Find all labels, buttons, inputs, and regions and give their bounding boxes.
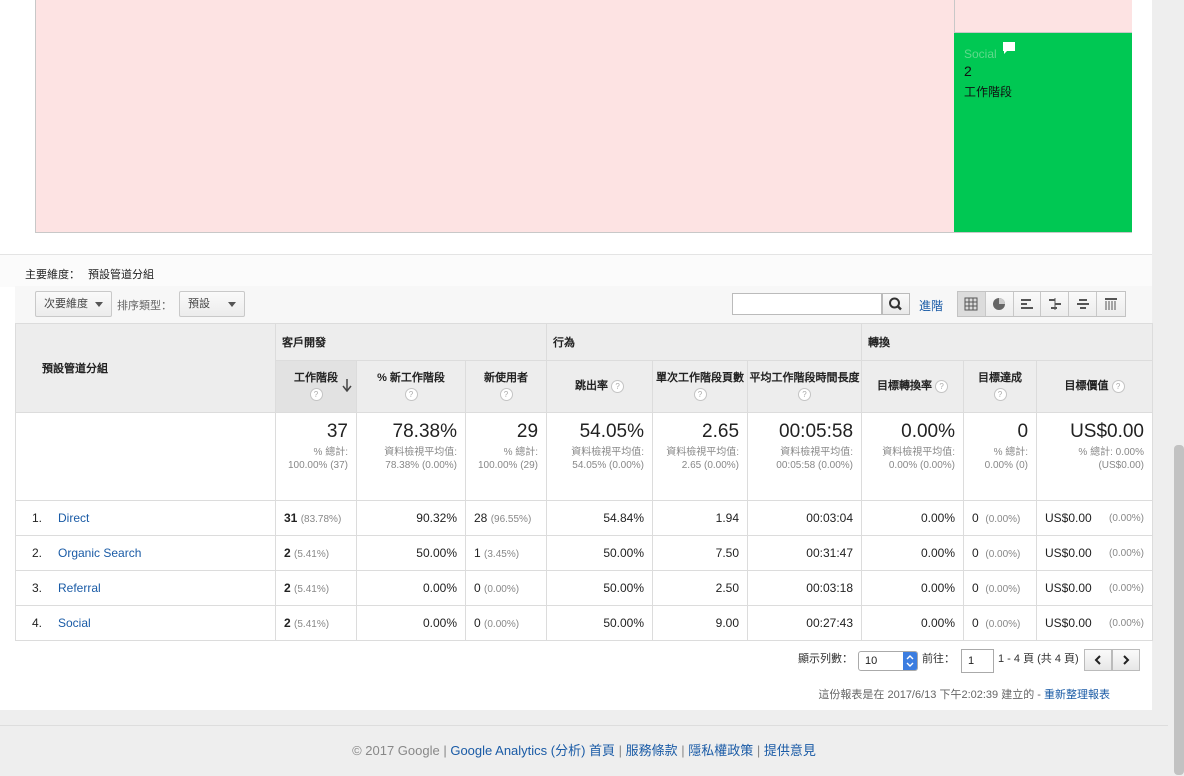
- search-icon: [889, 297, 902, 311]
- treemap-cell-top[interactable]: [954, 0, 1132, 33]
- primary-dimension-value[interactable]: 預設管道分組: [88, 266, 154, 282]
- page-footer: © 2017 Google | Google Analytics (分析) 首頁…: [0, 725, 1168, 775]
- col-pages-per-session[interactable]: 單次工作階段頁數 ?: [652, 360, 749, 413]
- view-switcher: [957, 291, 1126, 317]
- chevron-down-icon: [228, 302, 236, 307]
- group-behavior: 行為: [546, 323, 863, 361]
- dimension-header[interactable]: 預設管道分組: [15, 323, 276, 413]
- sort-type-dropdown[interactable]: 預設: [179, 291, 245, 317]
- page-range: 1 - 4 頁 (共 4 頁): [998, 653, 1079, 665]
- help-icon[interactable]: ?: [499, 388, 513, 402]
- scrollbar-thumb[interactable]: [1174, 445, 1184, 775]
- term-cloud-view-icon[interactable]: [1069, 292, 1098, 316]
- help-icon[interactable]: ?: [693, 388, 707, 402]
- rows-per-page-select[interactable]: 10: [858, 651, 918, 671]
- pivot-view-icon[interactable]: [1097, 292, 1125, 316]
- table-view-icon[interactable]: [958, 292, 986, 316]
- annotation-bubble-icon[interactable]: [1002, 41, 1016, 55]
- report-table: 預設管道分組 客戶開發 行為 轉換 工作階段? % 新工作階段? 新使用者? 跳…: [15, 323, 1154, 641]
- help-icon[interactable]: ?: [309, 388, 323, 402]
- help-icon[interactable]: ?: [404, 388, 418, 402]
- secondary-dimension-dropdown[interactable]: 次要維度: [35, 291, 112, 317]
- row-link[interactable]: Organic Search: [58, 546, 141, 560]
- group-conversions: 轉換: [861, 323, 1154, 361]
- prev-page-button[interactable]: [1084, 649, 1112, 671]
- goto-label: 前往：: [922, 653, 955, 665]
- table-row: 1. Direct 31 (83.78%) 90.32% 28 (96.55%) …: [15, 500, 1154, 536]
- footer-link-feedback[interactable]: 提供意見: [764, 743, 816, 758]
- table-row: 3. Referral 2 (5.41%) 0.00% 0 (0.00%) 50.…: [15, 570, 1154, 606]
- chevron-down-icon: [95, 302, 103, 307]
- row-link[interactable]: Direct: [58, 511, 89, 525]
- row-link[interactable]: Referral: [58, 581, 101, 595]
- sort-type-label: 排序類型：: [117, 300, 172, 312]
- help-icon[interactable]: ?: [798, 388, 812, 402]
- primary-dimension-bar: 主要維度： 預設管道分組: [0, 254, 1152, 287]
- col-new-users[interactable]: 新使用者?: [464, 360, 548, 413]
- footer-link-ga-home[interactable]: Google Analytics (分析) 首頁: [450, 743, 615, 758]
- col-sessions[interactable]: 工作階段?: [275, 360, 357, 413]
- col-goal-conv-rate[interactable]: 目標轉換率 ?: [861, 360, 965, 413]
- report-created-note: 這份報表是在 2017/6/13 下午2:02:39 建立的 - 重新整理報表: [818, 689, 1110, 701]
- help-icon[interactable]: ?: [935, 379, 949, 393]
- treemap-social-value: 2: [964, 63, 972, 79]
- report-card: Social 2 工作階段 主要維度： 預設管道分組 次要維度 排序類型： 預設…: [0, 0, 1154, 710]
- treemap-chart: Social 2 工作階段: [35, 0, 1132, 233]
- goto-page-input[interactable]: 1: [961, 649, 994, 673]
- col-bounce-rate[interactable]: 跳出率 ?: [546, 360, 654, 413]
- table-toolbar: 次要維度 排序類型： 預設 進階: [15, 286, 1152, 324]
- col-new-sessions[interactable]: % 新工作階段?: [356, 360, 466, 413]
- copyright: © 2017 Google: [352, 743, 440, 758]
- treemap-social-unit: 工作階段: [964, 85, 1013, 99]
- select-arrows-icon: [903, 652, 917, 670]
- refresh-report-link[interactable]: 重新整理報表: [1044, 689, 1110, 701]
- table-search-input[interactable]: [732, 293, 882, 315]
- performance-view-icon[interactable]: [1014, 292, 1042, 316]
- row-link[interactable]: Social: [58, 616, 91, 630]
- chevron-right-icon: [1123, 655, 1130, 665]
- help-icon[interactable]: ?: [1111, 379, 1125, 393]
- treemap-cell-social[interactable]: Social 2 工作階段: [954, 33, 1132, 232]
- comparison-view-icon[interactable]: [1041, 292, 1070, 316]
- totals-row: 37% 總計: 100.00% (37) 78.38% 資料檢視平均值: 78.3…: [15, 412, 1154, 501]
- rows-per-page-label: 顯示列數：: [798, 653, 853, 665]
- footer-link-terms[interactable]: 服務條款: [626, 743, 678, 758]
- group-acquisition: 客戶開發: [274, 323, 548, 361]
- footer-link-privacy[interactable]: 隱私權政策: [688, 743, 753, 758]
- next-page-button[interactable]: [1112, 649, 1140, 671]
- search-button[interactable]: [882, 293, 910, 315]
- col-goal-value[interactable]: 目標價值 ?: [1036, 360, 1154, 413]
- chevron-left-icon: [1094, 655, 1101, 665]
- advanced-filter-link[interactable]: 進階: [919, 297, 943, 314]
- col-goal-completions[interactable]: 目標達成?: [963, 360, 1038, 413]
- table-row: 4. Social 2 (5.41%) 0.00% 0 (0.00%) 50.00…: [15, 605, 1154, 641]
- table-row: 2. Organic Search 2 (5.41%) 50.00% 1 (3.4…: [15, 535, 1154, 571]
- treemap-social-label: Social: [964, 47, 997, 61]
- help-icon[interactable]: ?: [993, 388, 1007, 402]
- sort-arrow-down-icon: [342, 379, 352, 392]
- help-icon[interactable]: ?: [611, 379, 625, 393]
- pie-view-icon[interactable]: [986, 292, 1014, 316]
- col-avg-duration[interactable]: 平均工作階段時間長度 ?: [747, 360, 863, 413]
- primary-dimension-label: 主要維度：: [25, 269, 80, 281]
